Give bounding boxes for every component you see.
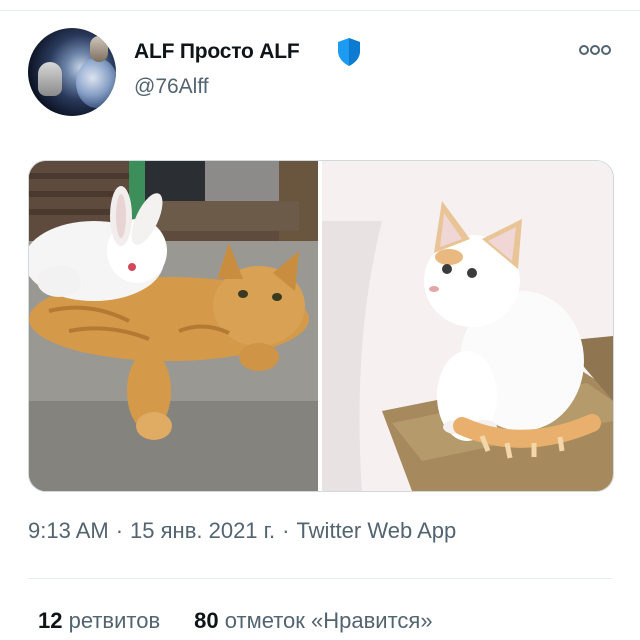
timestamp-separator: ·	[115, 518, 124, 543]
source-separator: ·	[282, 518, 290, 543]
media-photo-rabbit-cat[interactable]	[29, 161, 318, 491]
tweet-stats: 12 ретвитов 80 отметок «Нравится»	[38, 608, 433, 634]
likes-count: 80	[194, 608, 219, 633]
avatar[interactable]	[28, 28, 116, 116]
retweets-count: 12	[38, 608, 63, 633]
likes-label: отметок «Нравится»	[224, 608, 433, 633]
tweet-timestamp[interactable]: 9:13 AM · 15 янв. 2021 г. · Twitter Web App	[28, 518, 456, 544]
retweets-label: ретвитов	[68, 608, 161, 633]
retweets-stat[interactable]: 12 ретвитов	[38, 608, 160, 633]
shield-icon	[338, 38, 360, 66]
likes-stat[interactable]: 80 отметок «Нравится»	[194, 608, 432, 633]
tweet-source[interactable]: Twitter Web App	[296, 518, 456, 543]
author-display-name[interactable]: ALF Просто ALF	[134, 40, 300, 64]
author-username[interactable]: @76Alff	[134, 75, 209, 99]
avatar-figure	[90, 36, 108, 62]
more-options-icon[interactable]	[578, 40, 612, 60]
tweet-media[interactable]	[28, 160, 614, 492]
media-photo-white-cat[interactable]	[322, 161, 613, 491]
timestamp-time[interactable]: 9:13 AM	[28, 518, 109, 543]
photo-rabbit-cat-illustration	[29, 161, 318, 491]
avatar-astronaut	[38, 62, 62, 96]
top-divider	[0, 10, 640, 11]
avatar-planet	[76, 58, 116, 108]
photo-white-cat-illustration	[322, 161, 613, 491]
stats-divider	[28, 578, 612, 579]
timestamp-date[interactable]: 15 янв. 2021 г.	[130, 518, 275, 543]
